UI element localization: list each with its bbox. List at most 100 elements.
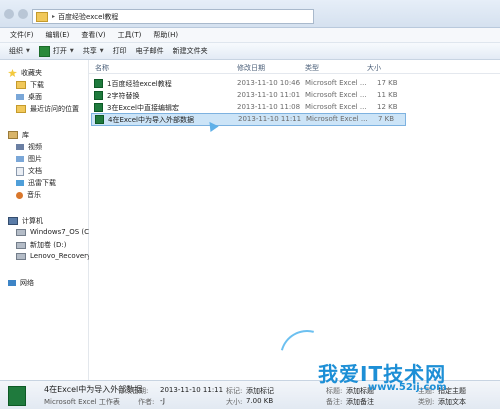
back-icon[interactable] (4, 9, 14, 19)
details-remark-value[interactable]: 添加备注 (346, 397, 374, 407)
sidebar-label: Lenovo_Recovery (30, 252, 92, 260)
watermark-url: www.52ij.com (368, 382, 447, 393)
desktop-icon (16, 94, 24, 100)
sidebar-item-libraries[interactable]: 库 (8, 130, 29, 140)
chevron-right-icon: ▸ (52, 13, 56, 20)
file-size: 7 KB (378, 115, 395, 123)
sidebar-item-documents[interactable]: 文档 (16, 166, 42, 176)
menu-edit[interactable]: 编辑(E) (46, 30, 70, 40)
details-author-value[interactable]: -J (160, 397, 165, 405)
sidebar-label: 文档 (28, 167, 42, 175)
sidebar-item-videos[interactable]: 视频 (16, 142, 42, 152)
sidebar-item-computer[interactable]: 计算机 (8, 216, 43, 226)
file-row-selected[interactable]: 4在Excel中为导入外部数据 2013-11-10 11:11 Microso… (91, 113, 406, 126)
address-path: 百度经验excel教程 (58, 12, 119, 21)
file-row[interactable]: 2字符替换 2013-11-10 11:01 Microsoft Excel .… (91, 90, 404, 101)
caret-down-icon: ▼ (99, 48, 104, 54)
share-button[interactable]: 共享 ▼ (83, 46, 104, 56)
document-icon (16, 166, 24, 176)
file-name: 4在Excel中为导入外部数据 (108, 116, 194, 124)
menu-file[interactable]: 文件(F) (10, 30, 34, 40)
details-size-value: 7.00 KB (246, 397, 274, 405)
details-author-label: 作者: (138, 398, 155, 406)
sidebar-item-recent[interactable]: 最近访问的位置 (16, 104, 79, 114)
file-date: 2013-11-10 11:11 (238, 115, 302, 123)
details-modified-value: 2013-11-10 11:11 (160, 386, 224, 394)
details-tags-value[interactable]: 添加标记 (246, 386, 274, 396)
excel-file-icon (95, 115, 104, 124)
file-size: 11 KB (377, 91, 398, 99)
details-remark-label: 备注: (326, 398, 343, 406)
excel-file-icon (94, 103, 103, 112)
file-size: 12 KB (377, 103, 398, 111)
menu-help[interactable]: 帮助(H) (153, 30, 178, 40)
folder-icon (16, 81, 26, 89)
sidebar-item-favorites[interactable]: 收藏夹 (8, 68, 42, 78)
sidebar-item-music[interactable]: 音乐 (16, 190, 41, 200)
title-bar: ▸ 百度经验excel教程 (0, 0, 500, 28)
menu-view[interactable]: 查看(V) (81, 30, 105, 40)
nav-buttons[interactable] (4, 9, 28, 19)
new-folder-label: 新建文件夹 (172, 47, 208, 55)
column-type[interactable]: 类型 (305, 63, 319, 73)
menu-bar: 文件(F) 编辑(E) 查看(V) 工具(T) 帮助(H) (0, 28, 500, 43)
sidebar-label: 计算机 (22, 217, 43, 225)
excel-file-icon (8, 386, 26, 406)
picture-icon (16, 156, 24, 162)
excel-icon (38, 45, 50, 57)
excel-file-icon (94, 79, 103, 88)
sidebar-label: 音乐 (27, 191, 41, 199)
address-bar[interactable]: ▸ 百度经验excel教程 (32, 9, 314, 24)
drive-icon (16, 252, 26, 260)
download-icon (16, 180, 24, 186)
file-type: Microsoft Excel ... (305, 79, 367, 87)
details-modified-label: 修改日期: (118, 387, 149, 395)
file-name: 3在Excel中直接编辑宏 (107, 104, 179, 112)
file-name: 2字符替换 (107, 92, 140, 100)
file-row[interactable]: 3在Excel中直接编辑宏 2013-11-10 11:08 Microsoft… (91, 102, 404, 113)
forward-icon[interactable] (18, 9, 28, 19)
details-filetype: Microsoft Excel 工作表 (44, 398, 120, 406)
column-name[interactable]: 名称 (95, 63, 109, 73)
music-icon (16, 191, 23, 199)
sidebar-label: 下载 (30, 81, 44, 89)
sidebar-item-thunder[interactable]: 迅雷下载 (16, 178, 56, 188)
print-button[interactable]: 打印 (113, 46, 127, 56)
sidebar-label: 迅雷下载 (28, 179, 56, 187)
excel-file-icon (94, 91, 103, 100)
sidebar-label: 最近访问的位置 (30, 105, 79, 113)
file-type: Microsoft Excel ... (306, 115, 368, 123)
open-label: 打开 (52, 47, 67, 55)
sidebar-item-drive-d[interactable]: 新加卷 (D:) (16, 240, 66, 250)
sidebar-label: 新加卷 (D:) (30, 241, 67, 249)
column-size[interactable]: 大小 (367, 63, 381, 73)
sidebar-label: Windows7_OS (C:) (30, 228, 95, 236)
video-icon (16, 144, 24, 150)
sidebar-label: 网络 (20, 279, 34, 287)
sidebar-item-drive-c[interactable]: Windows7_OS (C:) (16, 228, 94, 236)
sidebar-item-network[interactable]: 网络 (8, 278, 34, 288)
file-row[interactable]: 1百度经验excel教程 2013-11-10 10:46 Microsoft … (91, 78, 404, 89)
organize-button[interactable]: 组织 ▼ (9, 46, 30, 56)
details-category-value[interactable]: 添加文本 (438, 397, 466, 407)
network-icon (8, 280, 16, 286)
file-date: 2013-11-10 10:46 (237, 79, 301, 87)
sidebar-item-drive-e[interactable]: Lenovo_Recovery (16, 252, 91, 260)
details-category-label: 类别: (418, 398, 435, 406)
file-name: 1百度经验excel教程 (107, 80, 172, 88)
email-button[interactable]: 电子邮件 (136, 46, 164, 56)
menu-tools[interactable]: 工具(T) (118, 30, 142, 40)
new-folder-button[interactable]: 新建文件夹 (173, 46, 208, 56)
file-size: 17 KB (377, 79, 398, 87)
file-date: 2013-11-10 11:08 (237, 103, 301, 111)
star-icon (8, 69, 17, 77)
open-button[interactable]: 打开 ▼ (38, 45, 74, 57)
sidebar-item-pictures[interactable]: 图片 (16, 154, 42, 164)
caret-down-icon: ▼ (69, 48, 74, 54)
sidebar-label: 库 (22, 131, 29, 139)
column-date[interactable]: 修改日期 (237, 63, 265, 73)
sidebar-item-downloads[interactable]: 下载 (16, 80, 44, 90)
sidebar-item-desktop[interactable]: 桌面 (16, 92, 42, 102)
share-label: 共享 (82, 47, 97, 55)
library-icon (8, 131, 18, 139)
